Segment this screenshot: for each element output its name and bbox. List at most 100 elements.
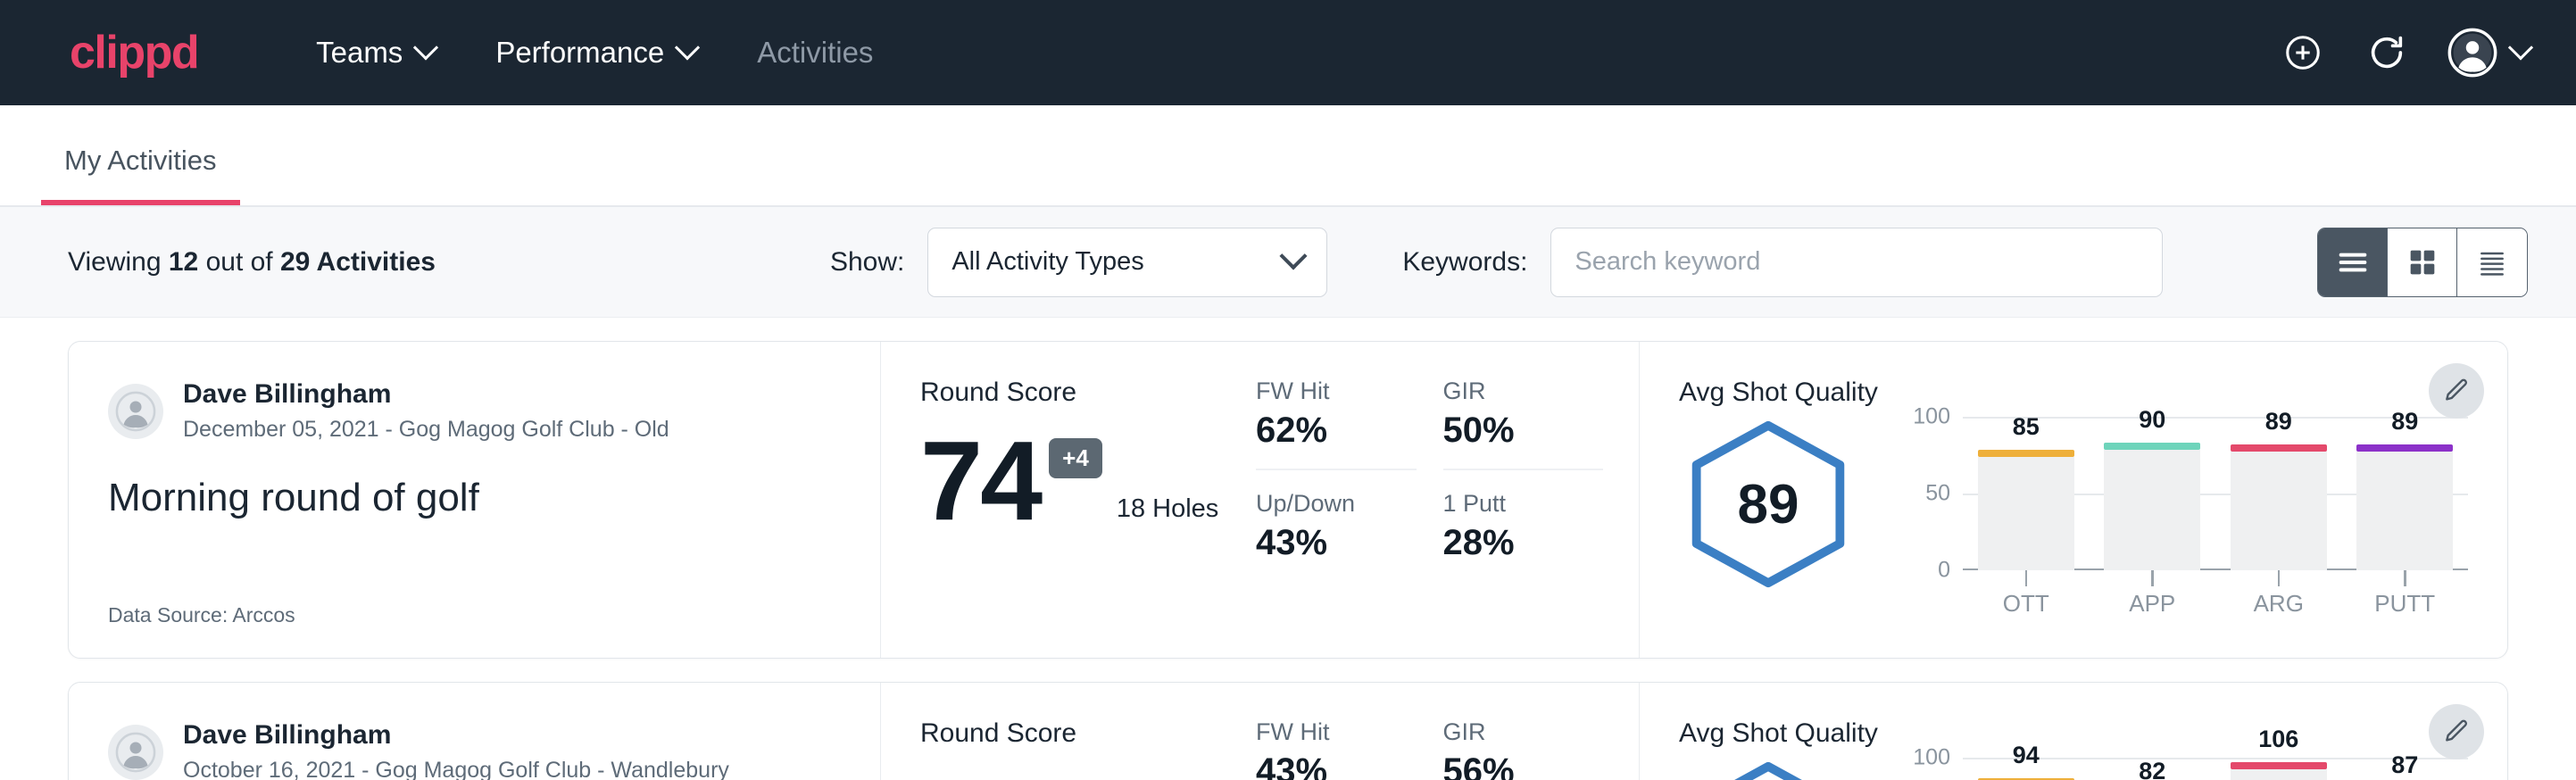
activity-type-select[interactable]: All Activity Types (927, 228, 1327, 297)
stat-up-down: Up/Down 43% (1256, 490, 1417, 581)
stat-fw-hit-value: 43% (1256, 751, 1417, 780)
bar-app-value: 90 (2104, 406, 2200, 434)
quality-hexagon: 89 (1679, 417, 1857, 592)
x-label-arg: ARG (2231, 590, 2327, 618)
activity-title: Morning round of golf (108, 475, 841, 522)
view-toggle-grid[interactable] (2388, 228, 2457, 296)
activity-meta: December 05, 2021 - Gog Magog Golf Club … (183, 415, 669, 445)
bar-app-cap (2104, 443, 2200, 450)
view-toggle-compact[interactable] (2457, 228, 2527, 296)
nav-item-activities-label: Activities (757, 36, 873, 70)
round-stats: FW Hit 62% GIR 50% Up/Down 43% 1 Putt 28… (1256, 342, 1640, 658)
compact-view-icon (2474, 245, 2510, 280)
y-tick-0: 0 (1938, 558, 1950, 584)
add-activity-button[interactable] (2280, 29, 2326, 76)
nav-item-teams[interactable]: Teams (286, 36, 465, 70)
activity-user-name: Dave Billingham (183, 378, 669, 411)
round-score-value-row: 74 +4 18 Holes (920, 433, 1256, 529)
bar-arg: 106 (2231, 758, 2327, 780)
pencil-icon (2442, 718, 2471, 746)
avg-shot-quality-label: Avg Shot Quality (1679, 378, 2468, 408)
search-input[interactable] (1550, 228, 2163, 297)
round-score-panel: Round Score 74 +4 18 Holes (881, 342, 1256, 658)
y-tick-50: 50 (1925, 481, 1950, 507)
chart-bars: 85 90 (1963, 417, 2468, 570)
show-filter-group: Show: All Activity Types (830, 228, 1327, 297)
bar-ott-value: 85 (1978, 413, 2074, 441)
avatar (108, 384, 163, 439)
bar-arg: 89 (2231, 417, 2327, 570)
chart-x-ticks (1963, 570, 2468, 588)
x-label-ott: OTT (1978, 590, 2074, 618)
keywords-label: Keywords: (1402, 247, 1527, 278)
tab-strip: My Activities (0, 105, 2576, 207)
bar-app: 90 (2104, 417, 2200, 570)
nav-item-performance[interactable]: Performance (465, 36, 727, 70)
primary-nav: Teams Performance Activities (286, 36, 903, 70)
clippd-logo[interactable]: clippd (70, 29, 198, 76)
x-tick (2104, 570, 2200, 588)
bar-arg-cap (2231, 762, 2327, 769)
view-toggle-list[interactable] (2318, 228, 2388, 296)
stat-fw-hit-value: 62% (1256, 411, 1417, 451)
x-tick (2356, 570, 2453, 588)
stat-one-putt-value: 28% (1443, 523, 1604, 563)
stat-gir: GIR 50% (1443, 378, 1604, 470)
quality-hexagon-value: 89 (1679, 417, 1857, 592)
show-label: Show: (830, 247, 904, 278)
edit-activity-button[interactable] (2429, 363, 2484, 419)
person-icon (115, 391, 156, 432)
avg-shot-quality-body: 89 100 50 0 (1679, 417, 2468, 592)
list-view-icon (2335, 245, 2371, 280)
chevron-down-icon (1280, 242, 1308, 270)
activity-card[interactable]: Dave Billingham December 05, 2021 - Gog … (68, 341, 2508, 659)
edit-activity-button[interactable] (2429, 704, 2484, 759)
stat-gir: GIR 56% (1443, 718, 1604, 780)
activity-data-source: Data Source: Arccos (108, 603, 841, 627)
tab-my-activities-label: My Activities (64, 145, 217, 176)
quality-hexagon-value (1679, 758, 1857, 780)
stat-up-down-label: Up/Down (1256, 490, 1417, 518)
round-stats: FW Hit 43% GIR 56% Up/Down 1 Putt (1256, 683, 1640, 780)
activity-summary: Dave Billingham December 05, 2021 - Gog … (69, 342, 881, 658)
chart-bars: 94 82 (1963, 758, 2468, 780)
round-score-value-row (920, 774, 1256, 779)
stat-fw-hit: FW Hit 43% (1256, 718, 1417, 780)
round-score-value: 74 (920, 433, 1040, 529)
stat-gir-value: 56% (1443, 751, 1604, 780)
account-menu[interactable] (2447, 28, 2530, 78)
bar-putt: 89 (2356, 417, 2453, 570)
bar-ott: 94 (1978, 758, 2074, 780)
y-tick-100: 100 (1913, 404, 1950, 430)
nav-item-teams-label: Teams (316, 36, 403, 70)
chart-y-axis: 100 50 0 (1907, 758, 1957, 780)
refresh-button[interactable] (2364, 29, 2410, 76)
chart-x-labels: OTT APP ARG PUTT (1963, 590, 2468, 618)
activity-user: Dave Billingham October 16, 2021 - Gog M… (108, 718, 841, 780)
nav-item-activities[interactable]: Activities (727, 36, 903, 70)
bar-putt: 87 (2356, 758, 2453, 780)
shot-quality-bar-chart: 100 50 0 94 (1907, 758, 2468, 780)
pencil-icon (2442, 377, 2471, 405)
bar-arg-value: 89 (2231, 408, 2327, 436)
avg-shot-quality-body: 100 50 0 94 (1679, 758, 2468, 780)
grid-view-icon (2405, 245, 2440, 280)
stat-one-putt-label: 1 Putt (1443, 490, 1604, 518)
bar-app-value: 82 (2104, 758, 2200, 780)
activity-summary: Dave Billingham October 16, 2021 - Gog M… (69, 683, 881, 780)
stat-gir-label: GIR (1443, 718, 1604, 746)
keywords-group: Keywords: (1402, 228, 2163, 297)
top-navbar: clippd Teams Performance Activities (0, 0, 2576, 105)
quality-hexagon (1679, 758, 1857, 780)
tab-my-activities[interactable]: My Activities (41, 145, 240, 205)
viewing-total: 29 Activities (280, 247, 436, 277)
avg-shot-quality-panel: Avg Shot Quality 100 50 0 (1640, 683, 2507, 780)
activity-card[interactable]: Dave Billingham October 16, 2021 - Gog M… (68, 682, 2508, 780)
x-tick (2231, 570, 2327, 588)
activity-type-select-value: All Activity Types (951, 247, 1284, 277)
activity-meta: October 16, 2021 - Gog Magog Golf Club -… (183, 756, 729, 780)
nav-item-performance-label: Performance (495, 36, 664, 70)
bar-app: 82 (2104, 758, 2200, 780)
chart-y-axis: 100 50 0 (1907, 417, 1957, 570)
bar-ott-value: 94 (1978, 742, 2074, 769)
